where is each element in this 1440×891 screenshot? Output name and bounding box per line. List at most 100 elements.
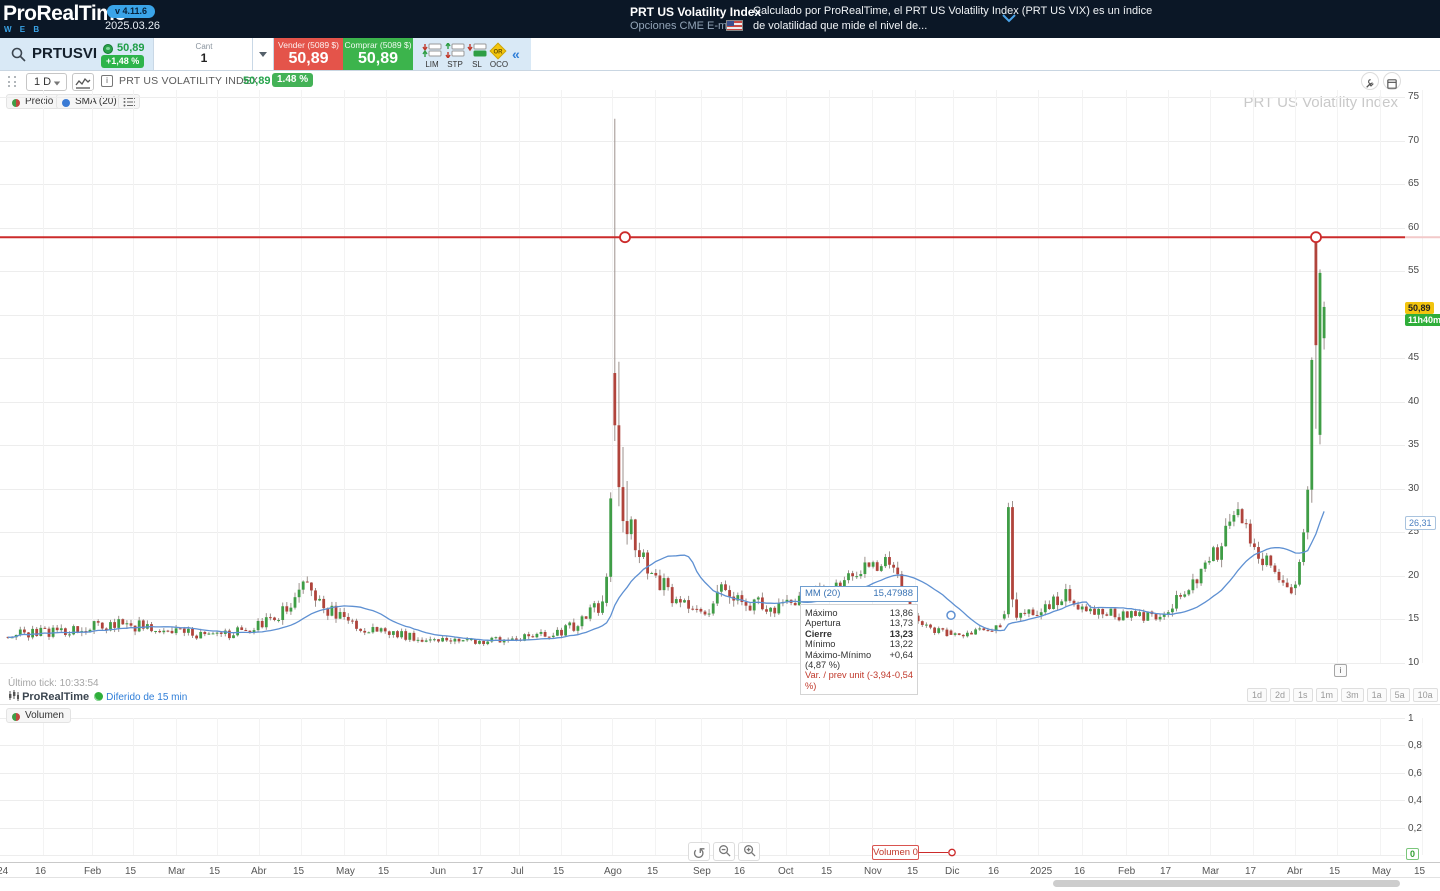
app-logo-web: W E B [4,25,42,34]
search-icon[interactable] [11,47,26,62]
time-axis-label: Dic [945,866,959,877]
proRealTime-app: ProRealTime W E B v 4.11.6 2025.03.26 PR… [0,0,1440,891]
quantity-stepper: − Cant 1 + [153,38,253,70]
sell-label: Vender (5089 $) [274,40,343,50]
lim-label: LIM [421,60,443,69]
last-price: 50,89 [117,42,145,54]
price-axis-label: 35 [1408,439,1438,450]
sell-button[interactable]: Vender (5089 $) 50,89 [274,38,343,70]
session-time-badge: 11h40m [1405,314,1440,326]
pane-separator[interactable] [0,704,1440,705]
price-axis-label: 75 [1408,91,1438,102]
time-axis-label: 15 [907,866,918,877]
quantity-dropdown-button[interactable] [253,38,274,70]
drag-handle-icon[interactable] [8,76,17,88]
tooltip-row: Cierre13,23 [805,629,913,639]
timeframe-shortcut-5a[interactable]: 5a [1390,688,1410,702]
zoom-in-icon [743,844,756,857]
sma-tooltip: MM (20) 15,47988 [800,586,918,602]
sma-tooltip-label: MM (20) [805,588,840,600]
chart-info-button[interactable]: i [1334,664,1347,677]
volume-axis-label: 0,4 [1408,795,1438,806]
zoom-in-button[interactable] [738,842,760,861]
time-axis-label: Mar [1202,866,1219,877]
trade-bar: PRTUSVI 50,89 +1,48 % − Cant 1 + Vender … [0,38,1440,71]
instrument-subtitle: Opciones CME E-mini [630,20,738,32]
tooltip-row: Apertura13,73 [805,618,913,628]
time-axis-label: 16 [1074,866,1085,877]
price-axis-label: 60 [1408,222,1438,233]
time-axis-label: Nov [864,866,882,877]
timeframe-shortcut-1d[interactable]: 1d [1247,688,1267,702]
time-axis-label: 17 [472,866,483,877]
reset-zoom-button[interactable]: ↺ [688,842,710,861]
candlestick-chart[interactable] [0,90,1440,862]
time-axis-label: 15 [1414,866,1425,877]
chart-instrument-title: PRT US VOLATILITY INDEX [119,75,258,87]
delay-label[interactable]: Diferido de 15 min [106,692,187,703]
volume-axis-label: 0,6 [1408,768,1438,779]
chart-last-price: 50,89 [243,75,271,87]
time-axis-label: Abr [1287,866,1303,877]
price-axis-label: 45 [1408,352,1438,363]
tooltip-row: Máximo-Mínimo (4,87 %)+0,64 [805,650,913,671]
timeframe-shortcut-2d[interactable]: 2d [1270,688,1290,702]
collapse-panel-button[interactable]: « [512,46,520,62]
time-axis-label: 15 [647,866,658,877]
tooltip-row: Var. / prev unit (-3,94 %)-0,54 [805,670,913,691]
volume-zero-badge: 0 [1406,848,1419,860]
time-axis-label: 16 [35,866,46,877]
timeframe-shortcut-10a[interactable]: 10a [1413,688,1438,702]
provider-status: ProRealTimeDiferido de 15 min [8,690,187,704]
order-type-oco-button[interactable]: OR OCO [488,43,510,69]
price-axis-label: 30 [1408,483,1438,494]
zoom-out-button[interactable] [713,842,735,861]
price-axis-label: 10 [1408,657,1438,668]
info-icon[interactable]: i [101,75,113,87]
timeframe-shortcut-1a[interactable]: 1a [1367,688,1387,702]
timeframe-shortcut-1m[interactable]: 1m [1316,688,1339,702]
order-type-stp-button[interactable]: STP [444,43,466,69]
legend-volume-chip[interactable]: Volumen [6,708,71,723]
time-axis-label: 15 [821,866,832,877]
chevron-down-icon[interactable] [1000,11,1018,25]
order-type-lim-button[interactable]: LIM [421,43,443,69]
time-axis-label: 17 [1245,866,1256,877]
price-axis-label: 65 [1408,178,1438,189]
time-axis-label: 2025 [1030,866,1052,877]
price-axis-label: 55 [1408,265,1438,276]
timeframe-dropdown[interactable]: 1 D [26,73,67,91]
volume-marker-box[interactable]: Volumen 0 [872,845,919,860]
tooltip-row: Máximo13,86 [805,608,913,618]
change-badge: +1,48 % [101,55,144,68]
time-axis-label: May [336,866,355,877]
buy-button[interactable]: Comprar (5089 $) 50,89 [343,38,413,70]
order-type-sl-button[interactable]: SL [466,43,488,69]
price-axis-label: 40 [1408,396,1438,407]
time-axis-label: 16 [734,866,745,877]
time-axis-label: Mar [168,866,185,877]
instrument-coin-icon [103,44,113,54]
sl-order-icon [467,43,487,58]
chart-settings-button[interactable] [1361,72,1379,90]
globe-icon [94,692,103,701]
timeframe-shortcut-3m[interactable]: 3m [1341,688,1364,702]
chart-window-button[interactable] [1383,72,1401,90]
time-axis-label: 15 [553,866,564,877]
time-axis-label: Oct [778,866,794,877]
time-axis-label: 15 [1329,866,1340,877]
quantity-value[interactable]: 1 [154,51,254,65]
horizontal-scrollbar-thumb[interactable] [1053,880,1400,887]
oco-or-text: OR [492,49,504,55]
tooltip-row: Mínimo13,22 [805,639,913,649]
chart-change-badge: 1.48 % [272,73,313,87]
oco-label: OCO [488,60,510,69]
chart-type-button[interactable] [72,73,94,91]
volume-series-icon [12,713,20,721]
symbol-label[interactable]: PRTUSVI [32,45,97,62]
ohlc-tooltip: Máximo13,86Apertura13,73Cierre13,23Mínim… [800,604,918,695]
timeframe-shortcut-1s[interactable]: 1s [1293,688,1313,702]
time-axis-label: 15 [378,866,389,877]
time-axis[interactable]: 202416Feb15Mar15Abr15May15Jun17Jul15Ago1… [0,862,1440,878]
quantity-label: Cant [154,42,254,51]
